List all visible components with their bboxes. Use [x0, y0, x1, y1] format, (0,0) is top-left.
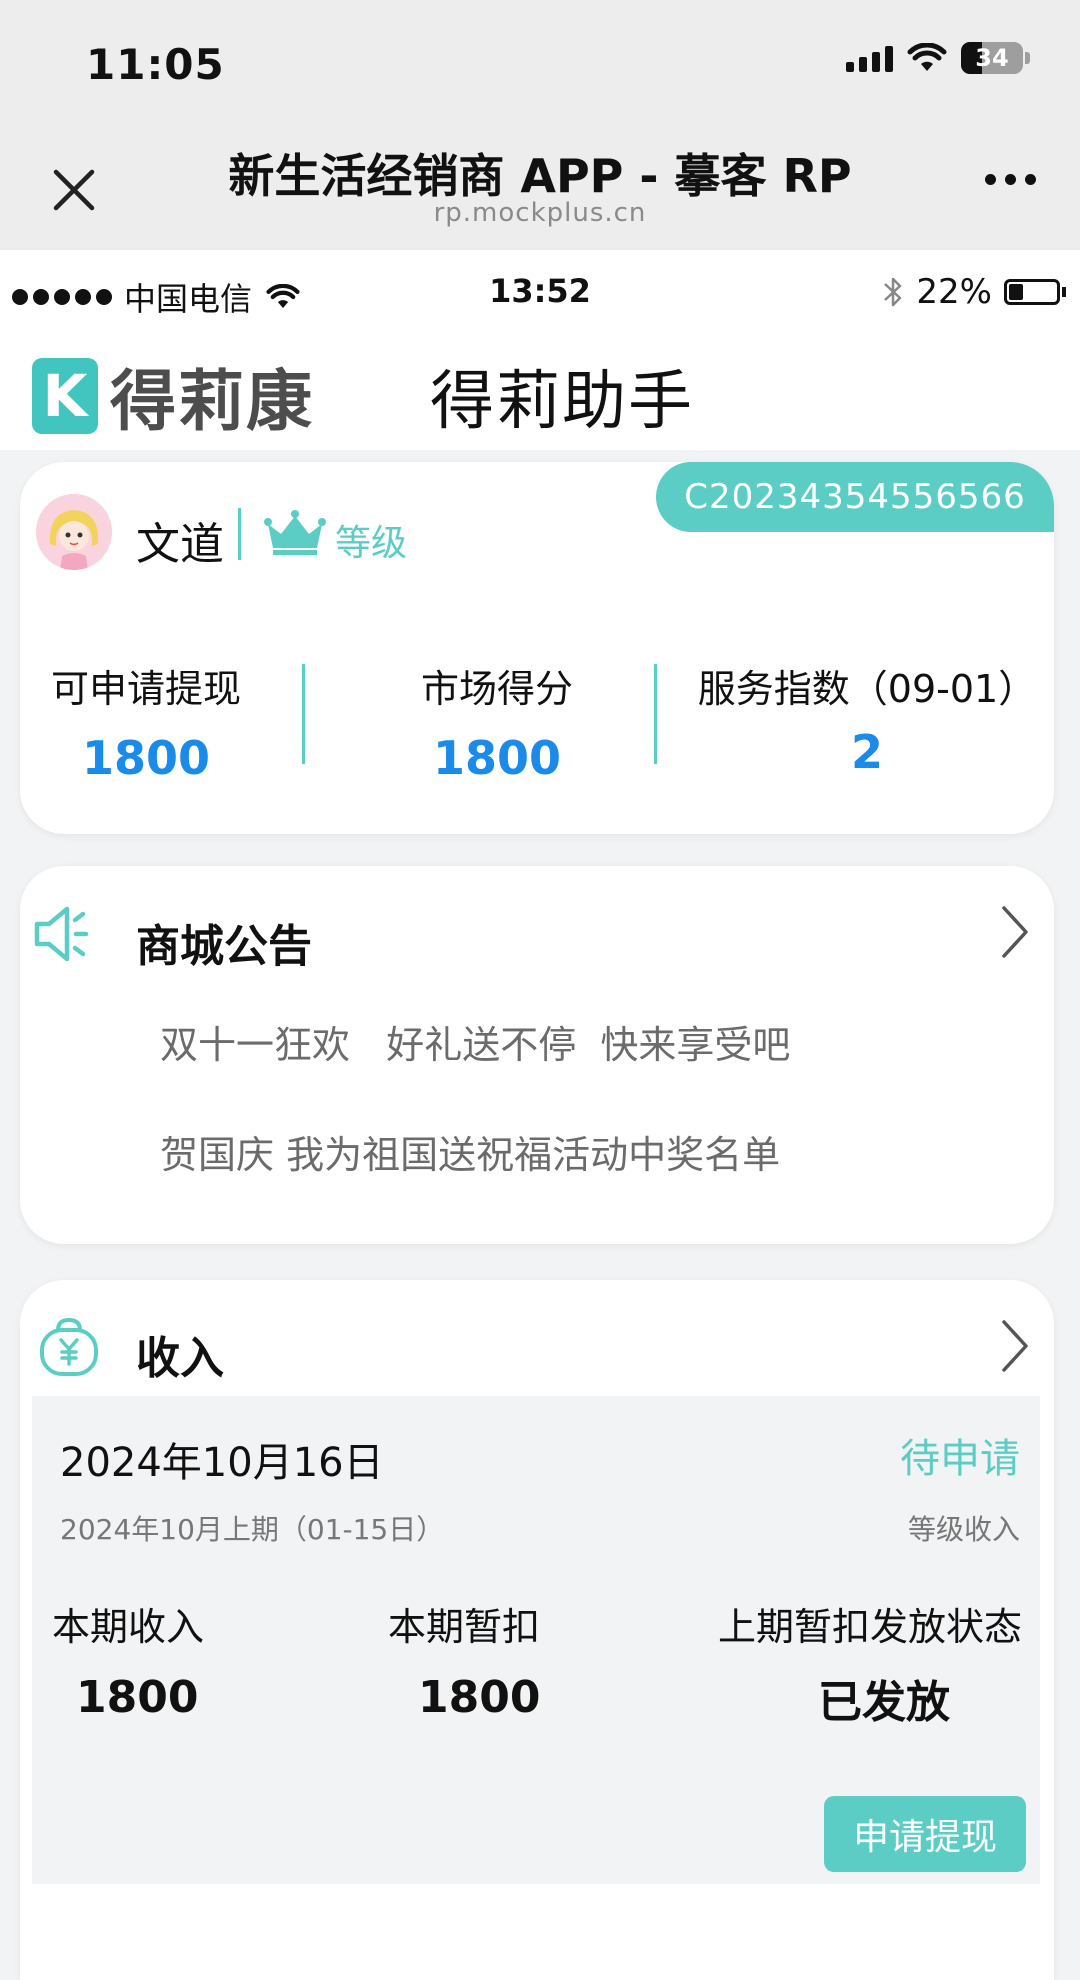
crown-icon	[264, 508, 326, 560]
stat-label: 可申请提现	[50, 667, 241, 711]
income-record: 2024年10月16日 待申请 2024年10月上期（01-15日） 等级收入 …	[32, 1396, 1040, 1884]
wifi-icon	[907, 43, 947, 71]
inner-battery-icon	[1004, 279, 1060, 305]
stat-divider	[654, 664, 657, 764]
stat-divider	[302, 664, 305, 764]
stat-value: 1800	[81, 731, 211, 785]
inner-status-bar: 中国电信 13:52 22%	[0, 250, 1080, 340]
money-bag-icon	[36, 1314, 102, 1384]
avatar[interactable]	[36, 494, 112, 570]
os-status-icons: 34	[846, 42, 1030, 74]
current-income-value: 1800	[76, 1672, 199, 1723]
app-title: 得莉助手	[430, 365, 694, 439]
income-type: 等级收入	[907, 1513, 1020, 1546]
user-card: C20234354556566 文道 等级 可申请提现 1800 市场得分 18…	[20, 462, 1054, 834]
income-date: 2024年10月16日	[60, 1440, 384, 1486]
stat-label: 服务指数（09-01）	[697, 667, 1037, 711]
battery-icon: 34	[961, 42, 1023, 74]
app-header: K 得莉康 得莉助手	[0, 340, 1080, 450]
stat-value: 2	[850, 725, 883, 779]
more-dot-icon	[1005, 174, 1016, 185]
next-card-edge	[32, 1892, 1046, 1932]
logo-mark-icon: K	[32, 358, 98, 434]
more-dot-icon	[985, 174, 996, 185]
stat-service-index[interactable]: 服务指数（09-01） 2	[680, 658, 1054, 779]
logo-text: 得莉康	[110, 363, 314, 440]
page-title: 新生活经销商 APP - 摹客 RP	[228, 149, 852, 203]
user-name: 文道	[136, 519, 224, 570]
notice-title: 商城公告	[136, 921, 312, 972]
income-title: 收入	[136, 1333, 224, 1384]
withheld-label: 本期暂扣	[388, 1605, 541, 1649]
browser-header: 11:05 34 新生活经销商 APP - 摹客 RP rp.mockplus.…	[0, 0, 1080, 250]
income-period: 2024年10月上期（01-15日）	[60, 1513, 445, 1546]
notice-card[interactable]: 商城公告 双十一狂欢 好礼送不停 快来享受吧 贺国庆 我为祖国送祝福活动中奖名单	[20, 866, 1054, 1244]
notice-item[interactable]: 贺国庆 我为祖国送祝福活动中奖名单	[160, 1124, 780, 1179]
app-screen: 中国电信 13:52 22% K 得莉康 得莉助手 C2023435455656…	[0, 250, 1080, 1980]
page-url: rp.mockplus.cn	[433, 198, 647, 228]
os-time: 11:05	[86, 40, 225, 89]
stat-value: 1800	[432, 731, 562, 785]
cellular-signal-icon	[846, 44, 893, 72]
level-label[interactable]: 等级	[335, 514, 407, 566]
chevron-right-icon[interactable]	[994, 902, 1034, 962]
member-code-badge: C20234354556566	[656, 462, 1054, 532]
stat-market-score[interactable]: 市场得分 1800	[332, 658, 662, 785]
more-dot-icon	[1025, 174, 1036, 185]
withdraw-button[interactable]: 申请提现	[824, 1796, 1026, 1872]
stat-label: 市场得分	[420, 667, 573, 711]
withheld-value: 1800	[418, 1672, 541, 1723]
stat-withdrawable[interactable]: 可申请提现 1800	[20, 658, 272, 785]
more-options-button[interactable]	[985, 174, 1036, 185]
brand-logo: K 得莉康	[32, 348, 314, 444]
speaker-icon	[32, 902, 98, 970]
chevron-right-icon[interactable]	[994, 1316, 1034, 1376]
income-card: 收入 2024年10月16日 待申请 2024年10月上期（01-15日） 等级…	[20, 1280, 1054, 1980]
bluetooth-icon	[884, 277, 902, 307]
notice-item[interactable]: 双十一狂欢 好礼送不停 快来享受吧	[160, 1014, 790, 1069]
avatar-cartoon-icon	[36, 494, 112, 570]
battery-level: 34	[975, 44, 1009, 72]
prev-status-label: 上期暂扣发放状态	[717, 1605, 1022, 1649]
current-income-label: 本期收入	[52, 1605, 205, 1649]
prev-status-value: 已发放	[818, 1677, 950, 1728]
inner-battery-percent: 22%	[916, 272, 992, 312]
name-divider	[238, 508, 241, 560]
income-status: 待申请	[900, 1436, 1020, 1482]
